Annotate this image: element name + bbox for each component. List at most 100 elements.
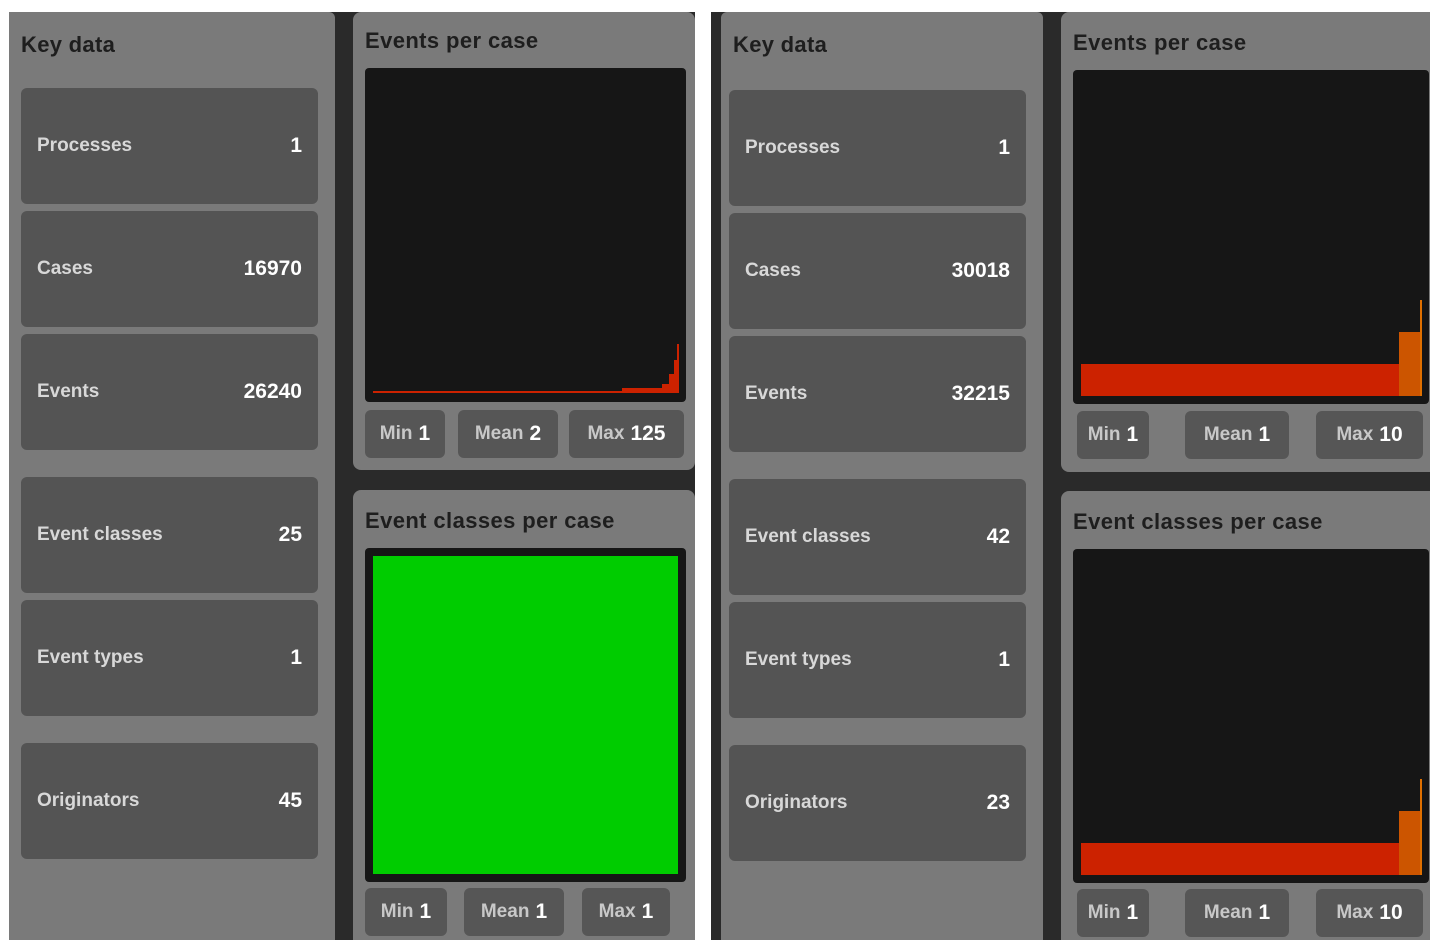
event-classes-per-case-panel: Event classes per case Min 1 Mean 1 Max … <box>1061 491 1430 940</box>
histogram-bar <box>1081 843 1399 875</box>
max-button[interactable]: Max 1 <box>582 888 670 936</box>
stat-label: Cases <box>745 260 801 281</box>
stat-card-originators[interactable]: Originators 45 <box>21 743 318 859</box>
max-button[interactable]: Max 10 <box>1316 889 1423 937</box>
chart-title: Event classes per case <box>365 508 615 533</box>
histogram-svg <box>373 344 679 393</box>
max-label: Max <box>1336 424 1374 445</box>
stat-label: Event classes <box>745 526 871 547</box>
min-label: Min <box>1087 902 1121 923</box>
max-value: 10 <box>1379 423 1403 446</box>
min-button[interactable]: Min 1 <box>365 888 447 936</box>
mean-value: 1 <box>535 900 548 923</box>
mean-label: Mean <box>474 423 524 444</box>
events-per-case-panel: Events per case Min 1 Mean 2 Max 125 <box>353 12 695 470</box>
mean-value: 1 <box>1258 423 1271 446</box>
stat-label: Events <box>37 381 100 402</box>
min-value: 1 <box>419 900 432 923</box>
stat-value: 42 <box>986 525 1010 548</box>
stat-value: 16970 <box>243 257 302 280</box>
stat-value: 1 <box>290 134 302 157</box>
stat-value: 25 <box>278 523 302 546</box>
mean-label: Mean <box>480 901 530 922</box>
stat-label: Processes <box>37 135 133 156</box>
histogram-tail <box>674 360 677 393</box>
stat-label: Originators <box>37 790 140 811</box>
histogram-tail <box>677 344 679 393</box>
stat-label: Event types <box>37 647 144 668</box>
histogram-bar <box>1399 811 1420 875</box>
histogram-svg <box>1081 300 1422 396</box>
stat-value: 30018 <box>951 259 1010 282</box>
histogram-bar-highlight <box>1420 300 1422 396</box>
event-classes-per-case-histogram[interactable] <box>1073 549 1429 883</box>
min-button[interactable]: Min 1 <box>1077 411 1149 459</box>
histogram-tail <box>622 388 662 393</box>
events-per-case-histogram[interactable] <box>365 68 686 402</box>
min-button[interactable]: Min 1 <box>365 410 445 458</box>
max-label: Max <box>598 901 636 922</box>
stat-label: Processes <box>745 137 841 158</box>
screen-left: Key data Processes 1 Cases 16970 Events … <box>9 12 695 940</box>
mean-value: 1 <box>1258 901 1271 924</box>
key-data-panel: Key data Processes 1 Cases 30018 Events … <box>721 12 1043 940</box>
events-per-case-histogram[interactable] <box>1073 70 1429 404</box>
histogram-bar <box>1399 332 1420 396</box>
mean-button[interactable]: Mean 1 <box>464 888 564 936</box>
histogram-svg <box>373 556 678 874</box>
stat-card-processes[interactable]: Processes 1 <box>729 90 1026 206</box>
histogram-bar <box>1081 364 1399 396</box>
stat-value: 1 <box>290 646 302 669</box>
events-per-case-panel: Events per case Min 1 Mean 1 Max 10 <box>1061 12 1430 472</box>
mean-value: 2 <box>529 422 542 445</box>
stat-value: 1 <box>998 136 1010 159</box>
max-label: Max <box>587 423 625 444</box>
event-classes-per-case-histogram[interactable] <box>365 548 686 882</box>
max-button[interactable]: Max 10 <box>1316 411 1423 459</box>
histogram-tail <box>662 384 669 393</box>
stat-card-events[interactable]: Events 26240 <box>21 334 318 450</box>
chart-title: Event classes per case <box>1073 509 1323 534</box>
stat-card-event-types[interactable]: Event types 1 <box>21 600 318 716</box>
min-label: Min <box>379 423 413 444</box>
min-value: 1 <box>1126 901 1139 924</box>
stat-card-event-classes[interactable]: Event classes 42 <box>729 479 1026 595</box>
key-data-panel: Key data Processes 1 Cases 16970 Events … <box>9 12 335 940</box>
stat-card-cases[interactable]: Cases 30018 <box>729 213 1026 329</box>
min-value: 1 <box>418 422 431 445</box>
histogram-svg <box>1081 779 1422 875</box>
event-classes-per-case-panel: Event classes per case Min 1 Mean 1 Max … <box>353 490 695 940</box>
stat-value: 45 <box>278 789 302 812</box>
stat-card-event-classes[interactable]: Event classes 25 <box>21 477 318 593</box>
mean-button[interactable]: Mean 2 <box>458 410 558 458</box>
mean-button[interactable]: Mean 1 <box>1185 889 1289 937</box>
mean-button[interactable]: Mean 1 <box>1185 411 1289 459</box>
histogram-bar <box>373 556 678 874</box>
chart-title: Events per case <box>1073 30 1247 55</box>
max-value: 10 <box>1379 901 1403 924</box>
min-button[interactable]: Min 1 <box>1077 889 1149 937</box>
stat-label: Event types <box>745 649 852 670</box>
histogram-baseline <box>373 391 622 393</box>
stat-card-events[interactable]: Events 32215 <box>729 336 1026 452</box>
min-value: 1 <box>1126 423 1139 446</box>
key-data-title: Key data <box>21 32 116 57</box>
stat-value: 1 <box>998 648 1010 671</box>
histogram-tail <box>669 374 674 393</box>
stat-value: 32215 <box>951 382 1010 405</box>
stat-value: 23 <box>986 791 1010 814</box>
min-label: Min <box>380 901 414 922</box>
histogram-bar-highlight <box>1420 779 1422 875</box>
stat-label: Cases <box>37 258 93 279</box>
mean-label: Mean <box>1203 902 1253 923</box>
stat-label: Events <box>745 383 808 404</box>
stat-card-originators[interactable]: Originators 23 <box>729 745 1026 861</box>
screen-right: Key data Processes 1 Cases 30018 Events … <box>711 12 1430 940</box>
chart-title: Events per case <box>365 28 539 53</box>
max-button[interactable]: Max 125 <box>569 410 684 458</box>
stat-card-event-types[interactable]: Event types 1 <box>729 602 1026 718</box>
stat-card-processes[interactable]: Processes 1 <box>21 88 318 204</box>
min-label: Min <box>1087 424 1121 445</box>
stat-card-cases[interactable]: Cases 16970 <box>21 211 318 327</box>
max-value: 125 <box>630 422 666 445</box>
